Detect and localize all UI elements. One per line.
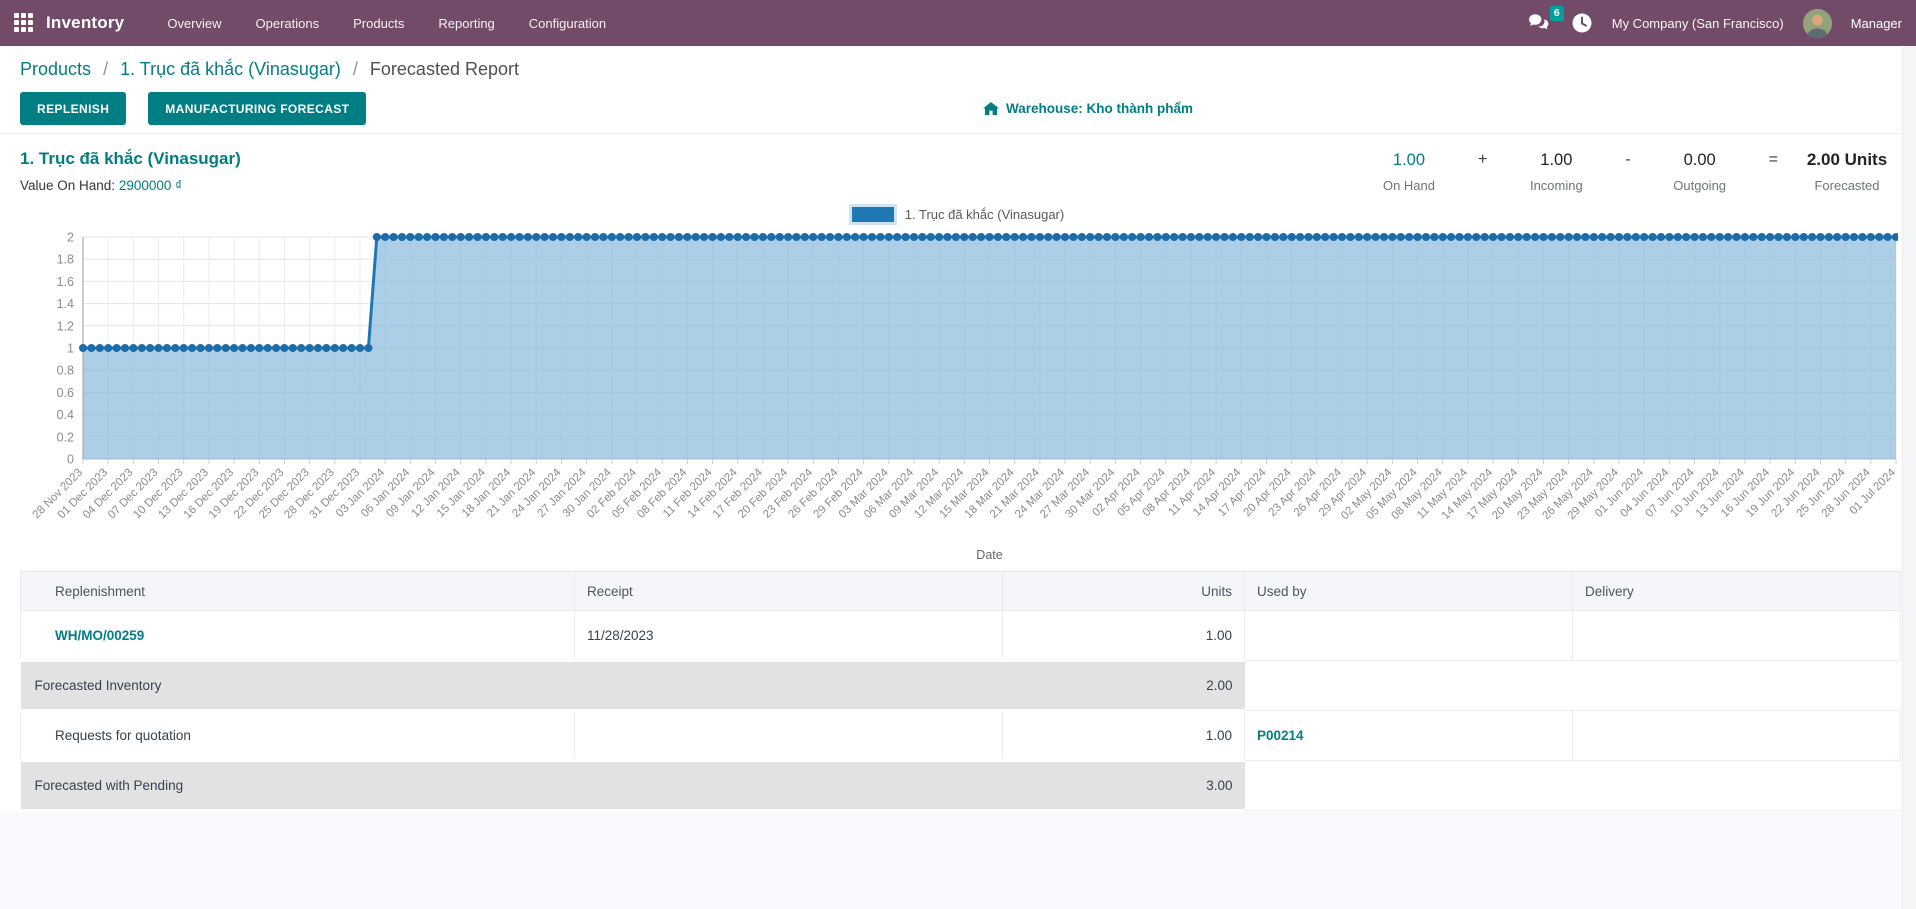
product-header: 1. Trục đã khắc (Vinasugar) Value On Han… (0, 134, 1916, 201)
actions-row: REPLENISH MANUFACTURING FORECAST Warehou… (0, 84, 1916, 134)
column-header-replenishment: Replenishment (21, 572, 575, 611)
table-row: WH/MO/00259 11/28/20231.00 (21, 611, 1901, 661)
footer-space (0, 812, 1916, 909)
user-menu[interactable]: Manager (1851, 16, 1902, 31)
stat-on-hand: 1.00 On Hand (1366, 149, 1452, 193)
y-tick-label: 1.8 (57, 253, 74, 267)
breadcrumb: Products / 1. Trục đã khắc (Vinasugar) /… (0, 46, 1916, 84)
stat-forecasted: 2.00 Units Forecasted (1804, 149, 1890, 193)
y-tick-label: 2 (67, 231, 74, 245)
table-header-row: ReplenishmentReceiptUnitsUsed byDelivery (21, 572, 1901, 611)
stat-incoming: 1.00 Incoming (1513, 149, 1599, 193)
y-tick-label: 1.2 (57, 319, 74, 333)
cell-used-by: P00214 (1245, 711, 1573, 761)
forecast-area-chart: 0 0.2 0.4 0.6 0.8 1 1.2 1.4 1.6 1.8 2 28 Nov 202301… (18, 227, 1898, 567)
replenishment-table-wrap: ReplenishmentReceiptUnitsUsed byDelivery… (20, 571, 1900, 812)
table-row: Forecasted with Pending 3.00 (21, 761, 1901, 811)
column-header-used-by: Used by (1245, 572, 1573, 611)
summary-label: Forecasted with Pending (35, 778, 184, 793)
messages-icon[interactable]: 6 (1528, 13, 1552, 33)
breadcrumb-products[interactable]: Products (20, 59, 91, 79)
column-header-receipt: Receipt (575, 572, 1003, 611)
column-header-delivery: Delivery (1573, 572, 1901, 611)
nav-item-products[interactable]: Products (336, 0, 421, 46)
top-navbar: Inventory OverviewOperationsProductsRepo… (0, 0, 1916, 46)
inventory-forecast-page: Inventory OverviewOperationsProductsRepo… (0, 0, 1916, 909)
x-axis-title: Date (976, 548, 1002, 562)
y-tick-label: 0.6 (57, 386, 74, 400)
y-tick-label: 0.4 (57, 408, 74, 422)
summary-units: 3.00 (1206, 778, 1232, 793)
value-on-hand: Value On Hand: 2900000 ₫ (20, 178, 241, 193)
app-name[interactable]: Inventory (46, 13, 124, 33)
manufacturing-forecast-button[interactable]: MANUFACTURING FORECAST (148, 92, 366, 125)
messages-count-badge: 6 (1550, 6, 1564, 21)
cell-units: 1.00 (1003, 611, 1245, 661)
summary-label: Forecasted Inventory (35, 678, 162, 693)
column-header-units: Units (1003, 572, 1245, 611)
equals-operator: = (1743, 149, 1804, 171)
legend-swatch (852, 207, 894, 222)
summary-units: 2.00 (1206, 678, 1232, 693)
chat-bubbles-icon (1528, 13, 1552, 33)
cell-receipt: 11/28/2023 (575, 611, 1003, 661)
warehouse-indicator: Warehouse: Kho thành phẩm (983, 101, 1193, 116)
cell-used-by (1245, 611, 1573, 661)
y-tick-label: 1.6 (57, 275, 74, 289)
summary-cell: Forecasted with Pending 3.00 (21, 761, 1245, 811)
stat-outgoing: 0.00 Outgoing (1657, 149, 1743, 193)
cell-replenishment: WH/MO/00259 (21, 611, 575, 661)
cell-delivery (1573, 611, 1901, 661)
nav-item-overview[interactable]: Overview (150, 0, 238, 46)
cell-receipt (575, 711, 1003, 761)
product-title: 1. Trục đã khắc (Vinasugar) (20, 149, 241, 169)
nav-item-operations[interactable]: Operations (239, 0, 337, 46)
cell-delivery (1573, 711, 1901, 761)
forecast-chart-section: 1. Trục đã khắc (Vinasugar) 0 0.2 0.4 0.6 0.… (0, 201, 1916, 567)
forecast-stats: 1.00 On Hand + 1.00 Incoming - 0.00 Outg… (1366, 149, 1890, 193)
y-tick-label: 0.2 (57, 430, 74, 444)
table-row: Requests for quotation 1.00 P00214 (21, 711, 1901, 761)
x-tick-labels: 28 Nov 202301 Dec 202304 Dec 202307 Dec … (31, 466, 1898, 522)
activity-clock-icon[interactable] (1571, 12, 1593, 34)
value-on-hand-amount[interactable]: 2900000 ₫ (119, 178, 182, 193)
navbar-right: 6 My Company (San Francisco) Manager (1528, 9, 1916, 38)
minus-operator: - (1599, 149, 1656, 171)
cell-used-by-link[interactable]: P00214 (1257, 728, 1304, 743)
y-tick-label: 1 (67, 342, 74, 356)
y-tick-label: 0 (67, 453, 74, 467)
replenish-button[interactable]: REPLENISH (20, 92, 126, 125)
company-switcher[interactable]: My Company (San Francisco) (1612, 16, 1784, 31)
warehouse-label: Warehouse: Kho thành phẩm (1006, 101, 1193, 116)
breadcrumb-current: Forecasted Report (370, 59, 519, 79)
cell-units: 1.00 (1003, 711, 1245, 761)
product-info: 1. Trục đã khắc (Vinasugar) Value On Han… (20, 149, 241, 193)
nav-item-reporting[interactable]: Reporting (421, 0, 511, 46)
cell-replenishment-link[interactable]: WH/MO/00259 (55, 628, 144, 643)
home-icon (983, 102, 999, 116)
plus-operator: + (1452, 149, 1513, 171)
y-tick-label: 1.4 (57, 297, 74, 311)
avatar[interactable] (1803, 9, 1832, 38)
vertical-scrollbar[interactable] (1902, 46, 1916, 909)
table-row: Forecasted Inventory 2.00 (21, 661, 1901, 711)
nav-item-configuration[interactable]: Configuration (512, 0, 623, 46)
y-tick-label: 0.8 (57, 364, 74, 378)
cell-replenishment: Requests for quotation (21, 711, 575, 761)
summary-empty-cell (1245, 761, 1901, 811)
nav-menu: OverviewOperationsProductsReportingConfi… (150, 0, 623, 46)
breadcrumb-product[interactable]: 1. Trục đã khắc (Vinasugar) (120, 59, 341, 79)
chart-legend[interactable]: 1. Trục đã khắc (Vinasugar) (0, 201, 1916, 227)
legend-label: 1. Trục đã khắc (Vinasugar) (905, 207, 1064, 222)
apps-grid-icon[interactable] (14, 13, 34, 33)
summary-cell: Forecasted Inventory 2.00 (21, 661, 1245, 711)
summary-empty-cell (1245, 661, 1901, 711)
replenishment-table: ReplenishmentReceiptUnitsUsed byDelivery… (20, 571, 1901, 812)
